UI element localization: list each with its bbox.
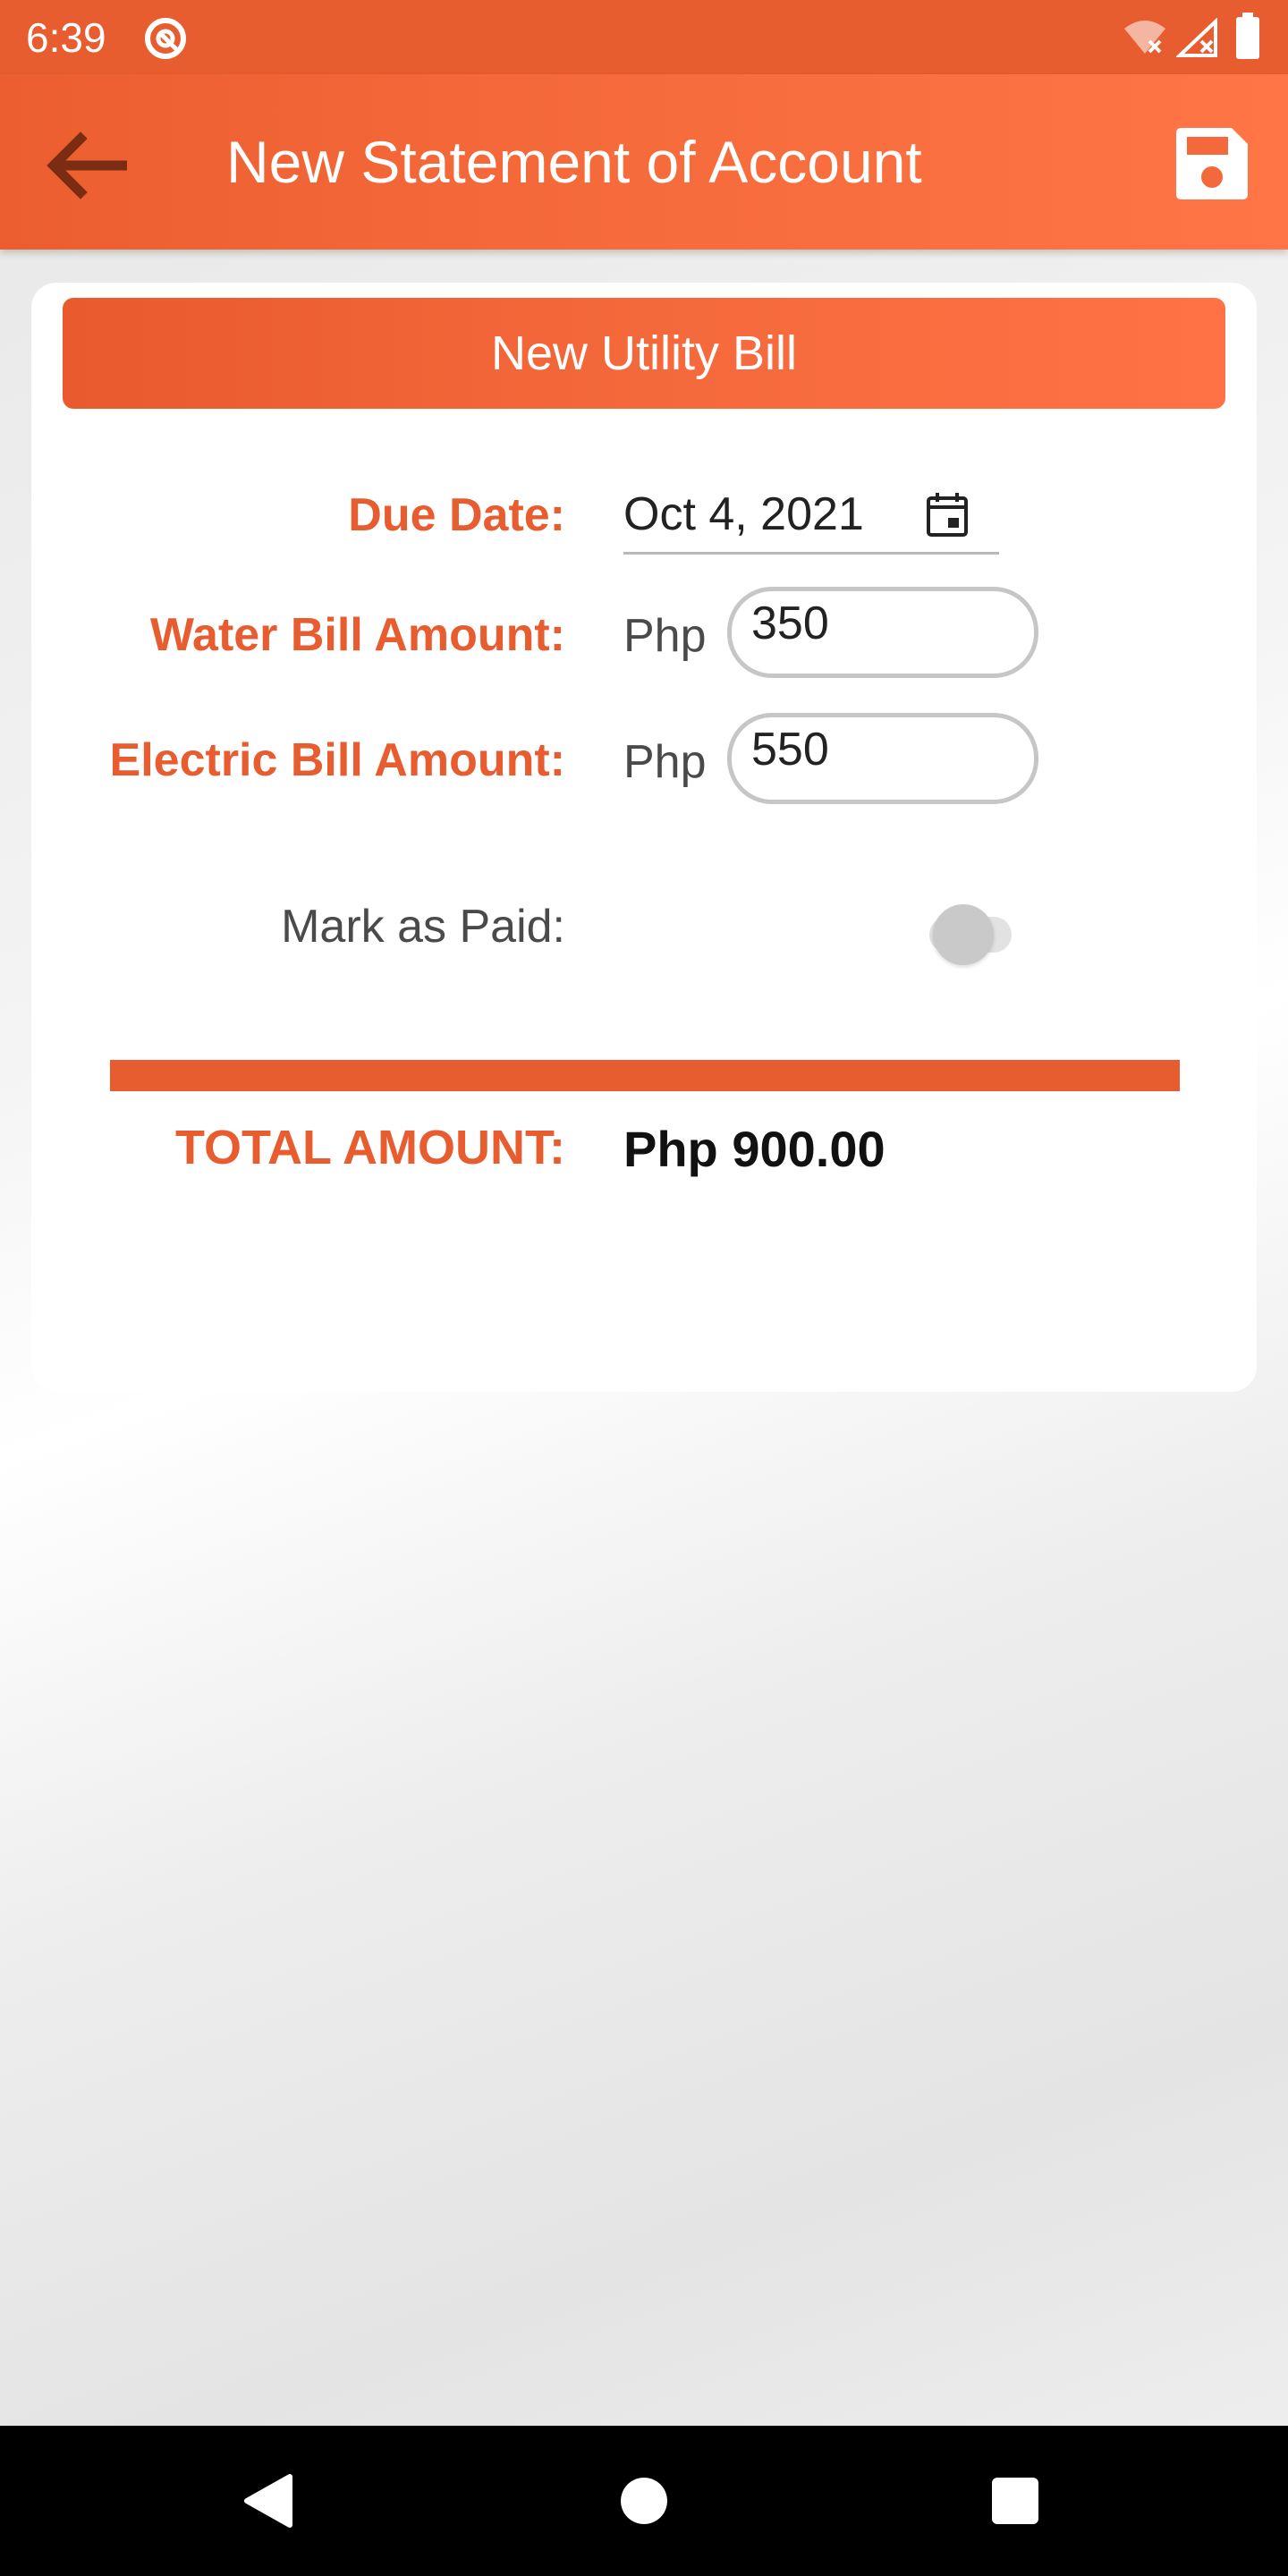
calendar-icon[interactable]	[926, 491, 969, 538]
water-bill-currency: Php	[623, 610, 707, 662]
card-header: New Utility Bill	[63, 298, 1225, 409]
due-date-label: Due Date:	[348, 489, 565, 541]
electric-bill-input[interactable]: 550	[727, 713, 1038, 804]
water-bill-label: Water Bill Amount:	[149, 609, 565, 661]
mark-paid-toggle[interactable]	[899, 895, 1042, 967]
total-amount-value: Php 900.00	[623, 1121, 886, 1177]
mark-paid-label: Mark as Paid:	[281, 901, 565, 953]
app-notification-icon	[145, 18, 186, 59]
signal-off-icon	[1176, 18, 1217, 57]
electric-bill-value: 550	[751, 724, 829, 775]
floppy-disk-icon	[1176, 128, 1248, 199]
app-bar: New Statement of Account	[0, 74, 1288, 250]
back-button[interactable]	[32, 121, 140, 210]
page-title: New Statement of Account	[226, 129, 922, 195]
back-triangle-icon	[244, 2474, 292, 2528]
total-amount-label: TOTAL AMOUNT:	[175, 1121, 565, 1174]
system-nav-bar	[0, 2426, 1288, 2576]
water-bill-value: 350	[751, 597, 829, 649]
utility-bill-card: New Utility Bill Due Date: Oct 4, 2021 W…	[31, 283, 1257, 1392]
save-button[interactable]	[1163, 119, 1261, 208]
recents-square-icon	[992, 2478, 1038, 2524]
nav-recents-button[interactable]	[970, 2456, 1060, 2546]
water-bill-input[interactable]: 350	[727, 587, 1038, 678]
home-circle-icon	[621, 2478, 667, 2524]
due-date-value: Oct 4, 2021	[623, 488, 864, 540]
status-bar: 6:39	[0, 0, 1288, 74]
toggle-knob	[933, 904, 994, 965]
nav-back-button[interactable]	[224, 2456, 313, 2546]
nav-home-button[interactable]	[599, 2456, 689, 2546]
due-date-field[interactable]: Oct 4, 2021	[623, 475, 999, 555]
electric-bill-label: Electric Bill Amount:	[109, 734, 565, 786]
electric-bill-currency: Php	[623, 736, 707, 788]
wifi-off-icon	[1124, 21, 1165, 54]
total-divider	[110, 1060, 1180, 1091]
arrow-left-icon	[47, 131, 127, 199]
battery-icon	[1236, 13, 1259, 59]
status-time: 6:39	[26, 14, 106, 61]
screen: 6:39 New Statement of Account New Utilit…	[0, 0, 1288, 2576]
